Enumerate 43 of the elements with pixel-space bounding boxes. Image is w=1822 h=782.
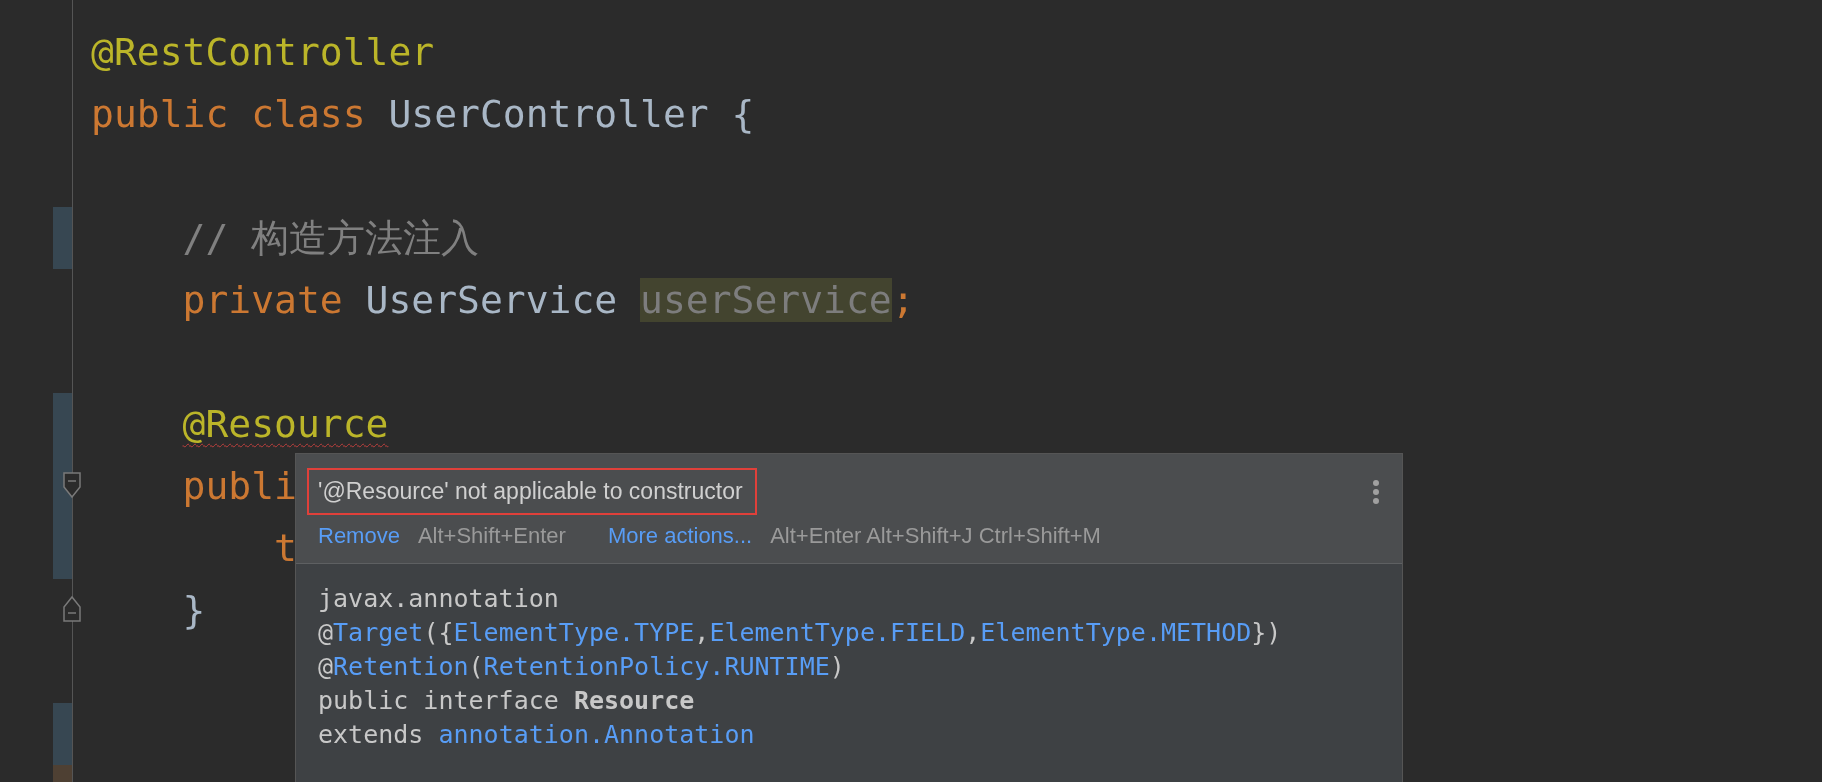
change-marker[interactable]	[53, 393, 72, 455]
keyword-text: ;	[891, 278, 915, 322]
doc-link[interactable]: ElementType.METHOD	[980, 618, 1252, 647]
error-message: '@Resource' not applicable to constructor	[307, 468, 757, 515]
unused-field-text: userService	[640, 278, 892, 322]
doc-text: ,	[694, 618, 710, 647]
doc-link[interactable]: RetentionPolicy.RUNTIME	[483, 652, 830, 681]
shortcut-text: Alt+Shift+Enter	[417, 523, 566, 549]
action-link[interactable]: Remove	[318, 523, 400, 549]
annotation-text: @RestController	[91, 30, 435, 74]
doc-text: ({	[423, 618, 454, 647]
more-options-icon[interactable]	[1372, 478, 1380, 505]
doc-text: )	[829, 652, 845, 681]
keyword-text: t	[274, 526, 297, 570]
action-link[interactable]: More actions...	[607, 523, 753, 549]
keyword-text: publi	[182, 464, 297, 508]
code-text: UserController {	[388, 92, 755, 136]
doc-text: })	[1251, 618, 1282, 647]
doc-link[interactable]: ElementType.TYPE	[453, 618, 695, 647]
doc-text: @	[318, 652, 334, 681]
doc-link[interactable]: Retention	[333, 652, 469, 681]
doc-link[interactable]: Target	[333, 618, 424, 647]
code-text: }	[182, 588, 206, 632]
change-marker[interactable]	[53, 207, 72, 269]
doc-text: (	[468, 652, 484, 681]
keyword-text: private	[182, 278, 344, 322]
change-marker[interactable]	[53, 703, 72, 765]
doc-text: Resource	[573, 686, 695, 715]
shortcut-text: Alt+Enter Alt+Shift+J Ctrl+Shift+M	[770, 523, 1101, 549]
doc-text: extends	[318, 720, 425, 749]
doc-text: @	[318, 618, 334, 647]
doc-text: public interface	[318, 686, 560, 715]
doc-link[interactable]: ElementType.FIELD	[709, 618, 966, 647]
doc-text: ,	[965, 618, 981, 647]
fold-icon[interactable]	[62, 595, 82, 623]
change-marker[interactable]	[53, 517, 72, 579]
fold-icon[interactable]	[62, 471, 82, 499]
doc-link[interactable]: annotation.Annotation	[438, 720, 755, 749]
code-text: UserService	[365, 278, 619, 322]
keyword-text: public class	[91, 92, 367, 136]
error-annotation-text: @Resource	[182, 402, 389, 446]
doc-text: javax.annotation	[318, 584, 559, 613]
code-comment: // 构造方法注入	[182, 215, 480, 260]
